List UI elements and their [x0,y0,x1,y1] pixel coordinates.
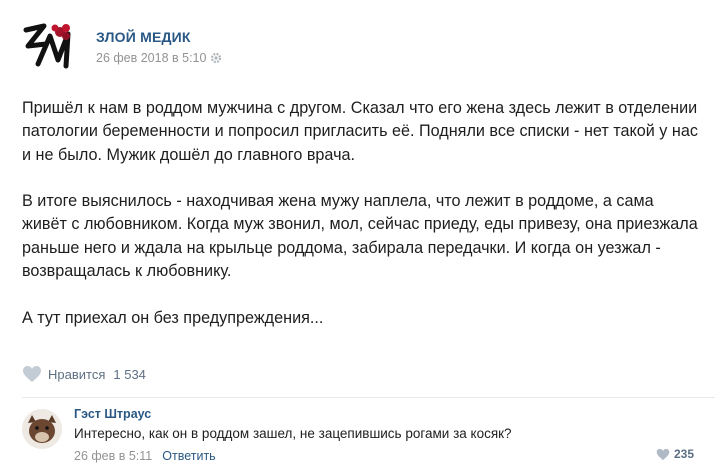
likes-label: Нравится [48,366,106,382]
heart-icon [22,365,42,383]
comment-author[interactable]: Гэст Штраус [74,407,151,421]
commenter-avatar[interactable] [22,409,62,449]
comment-date[interactable]: 26 фев в 5:11 [74,449,152,463]
post-author[interactable]: ЗЛОЙ МЕДИК [96,29,191,45]
post-paragraph: А тут приехал он без предупреждения... [22,308,324,327]
comment: Гэст Штраус Интересно, как он в роддом з… [22,403,702,469]
post-paragraph: Пришёл к нам в роддом мужчина с другом. … [22,99,698,164]
comment-meta: 26 фев в 5:11 Ответить [74,449,216,463]
post-header: ЗЛОЙ МЕДИК 26 фев 2018 в 5:10 [22,16,702,76]
heart-icon [656,448,670,461]
like-button[interactable]: Нравится 1 534 [22,364,146,384]
community-logo-icon[interactable] [22,20,78,72]
post-date-line: 26 фев 2018 в 5:10 [96,51,222,65]
reply-button[interactable]: Ответить [162,449,215,463]
comment-text: Интересно, как он в роддом зашел, не зац… [74,426,512,441]
post-text: Пришёл к нам в роддом мужчина с другом. … [22,97,702,353]
gear-icon[interactable] [210,52,222,64]
post-date[interactable]: 26 фев 2018 в 5:10 [96,51,206,65]
likes-count: 1 534 [113,366,146,382]
comment-like-button[interactable]: 235 [656,447,694,461]
comment-likes-count: 235 [673,447,694,461]
post-paragraph: В итоге выяснилось - находчивая жена муж… [22,192,698,281]
divider [22,397,715,398]
